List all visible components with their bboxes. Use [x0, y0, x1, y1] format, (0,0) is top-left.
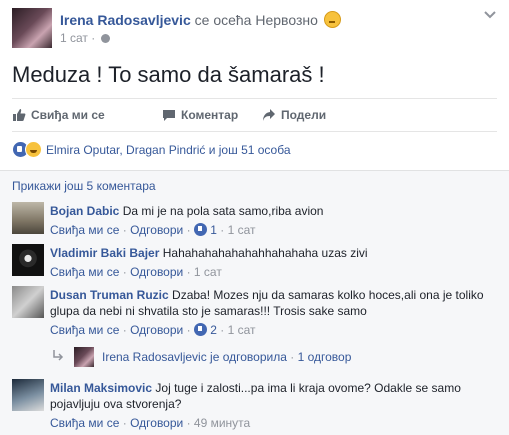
separator: ·	[220, 223, 225, 237]
separator: ·	[122, 323, 127, 337]
commenter-name[interactable]: Dusan Truman Ruzic	[50, 288, 169, 302]
speech-bubble-icon	[163, 110, 175, 121]
comment-time[interactable]: 1 сат	[228, 323, 256, 337]
comment-button[interactable]: Коментар	[162, 99, 238, 131]
action-bar: Свиђа ми се Коментар Подели	[12, 98, 497, 132]
avatar[interactable]	[12, 244, 44, 276]
comment-body: Bojan Dabic Da mi je na pola sata samo,r…	[50, 203, 490, 238]
reply-arrow-icon	[53, 350, 64, 361]
comment-like-link[interactable]: Свиђа ми се	[50, 323, 119, 337]
haha-reaction-icon	[25, 141, 42, 158]
reactions-row[interactable]: Elmira Oputar, Dragan Pindrić и још 51 о…	[12, 141, 291, 158]
feeling-text: се осећа Нервозно	[194, 12, 318, 28]
post-header: Irena Radosavljevic се осећа Нервозно 1 …	[12, 8, 497, 50]
avatar[interactable]	[12, 286, 44, 318]
post-meta: 1 сат ·	[60, 31, 110, 45]
reactions-summary[interactable]: Elmira Oputar, Dragan Pindrić и још 51 о…	[46, 143, 291, 157]
separator: ·	[186, 223, 191, 237]
separator: ·	[186, 323, 191, 337]
comment-body: Vladimir Baki Bajer Hahahahahahahahhahah…	[50, 245, 490, 280]
comments-section: Прикажи још 5 коментара Bojan Dabic Da m…	[0, 170, 509, 435]
post-card: Irena Radosavljevic се осећа Нервозно 1 …	[0, 0, 509, 435]
author-name[interactable]: Irena Radosavljevic	[60, 12, 191, 28]
like-count-icon[interactable]	[193, 323, 207, 336]
comment-actions: Свиђа ми се · Одговори · 49 минута	[50, 415, 490, 431]
comment-actions: Свиђа ми се · Одговори · 2 · 1 сат	[50, 322, 490, 338]
commenter-name[interactable]: Bojan Dabic	[50, 204, 119, 218]
separator: ·	[186, 265, 191, 279]
chevron-down-icon[interactable]	[483, 8, 497, 22]
comment-text: Da mi je na pola sata samo,riba avion	[122, 204, 324, 218]
commenter-name[interactable]: Milan Maksimovic	[50, 381, 152, 395]
like-button[interactable]: Свиђа ми се	[12, 99, 105, 131]
comment-like-link[interactable]: Свиђа ми се	[50, 265, 119, 279]
reply-count[interactable]: 1 одговор	[298, 350, 352, 364]
comment-reply-link[interactable]: Одговори	[130, 323, 183, 337]
separator: ·	[290, 350, 298, 364]
comment-like-link[interactable]: Свиђа ми се	[50, 416, 119, 430]
comment-reply-link[interactable]: Одговори	[130, 416, 183, 430]
share-button-label: Подели	[281, 108, 327, 122]
comment-time[interactable]: 1 сат	[194, 265, 222, 279]
comment-reply-link[interactable]: Одговори	[130, 223, 183, 237]
avatar[interactable]	[74, 347, 94, 367]
comment-text: Hahahahahahahahhahahaha uzas zivi	[162, 246, 368, 260]
author-line: Irena Radosavljevic се осећа Нервозно	[60, 11, 341, 28]
post-time[interactable]: 1 сат	[60, 31, 88, 45]
comment-button-label: Коментар	[181, 108, 239, 122]
comment-actions: Свиђа ми се · Одговори · 1 · 1 сат	[50, 222, 490, 238]
share-button[interactable]: Подели	[262, 99, 326, 131]
view-more-comments-link[interactable]: Прикажи још 5 коментара	[12, 179, 156, 193]
like-count-icon[interactable]	[193, 223, 207, 236]
comment-time[interactable]: 1 сат	[228, 223, 256, 237]
globe-icon[interactable]	[100, 34, 110, 43]
meta-separator: ·	[91, 31, 96, 45]
separator: ·	[122, 416, 127, 430]
comment-like-link[interactable]: Свиђа ми се	[50, 223, 119, 237]
separator: ·	[220, 323, 225, 337]
author-avatar[interactable]	[12, 8, 52, 48]
comment-actions: Свиђа ми се · Одговори · 1 сат	[50, 264, 490, 280]
separator: ·	[122, 265, 127, 279]
nervous-emoji-icon	[323, 11, 341, 28]
reply-summary-text[interactable]: Irena Radosavljevic је одговорила	[102, 350, 287, 364]
separator: ·	[122, 223, 127, 237]
avatar[interactable]	[12, 379, 44, 411]
commenter-name[interactable]: Vladimir Baki Bajer	[50, 246, 159, 260]
comment-like-count[interactable]: 2	[210, 323, 217, 337]
comment-body: Milan Maksimovic Joj tuge i zalosti...pa…	[50, 380, 490, 431]
avatar[interactable]	[12, 202, 44, 234]
post-text: Meduza ! To samo da šamaraš !	[12, 62, 325, 87]
comment-like-count[interactable]: 1	[210, 223, 217, 237]
reply-summary: Irena Radosavljevic је одговорила · 1 од…	[102, 347, 351, 367]
comment-reply-link[interactable]: Одговори	[130, 265, 183, 279]
comment-body: Dusan Truman Ruzic Dzaba! Mozes nju da s…	[50, 287, 490, 338]
separator: ·	[186, 416, 191, 430]
comment-time[interactable]: 49 минута	[194, 416, 250, 430]
thumbs-up-icon	[13, 109, 26, 121]
like-button-label: Свиђа ми се	[31, 108, 105, 122]
share-arrow-icon	[263, 109, 275, 121]
